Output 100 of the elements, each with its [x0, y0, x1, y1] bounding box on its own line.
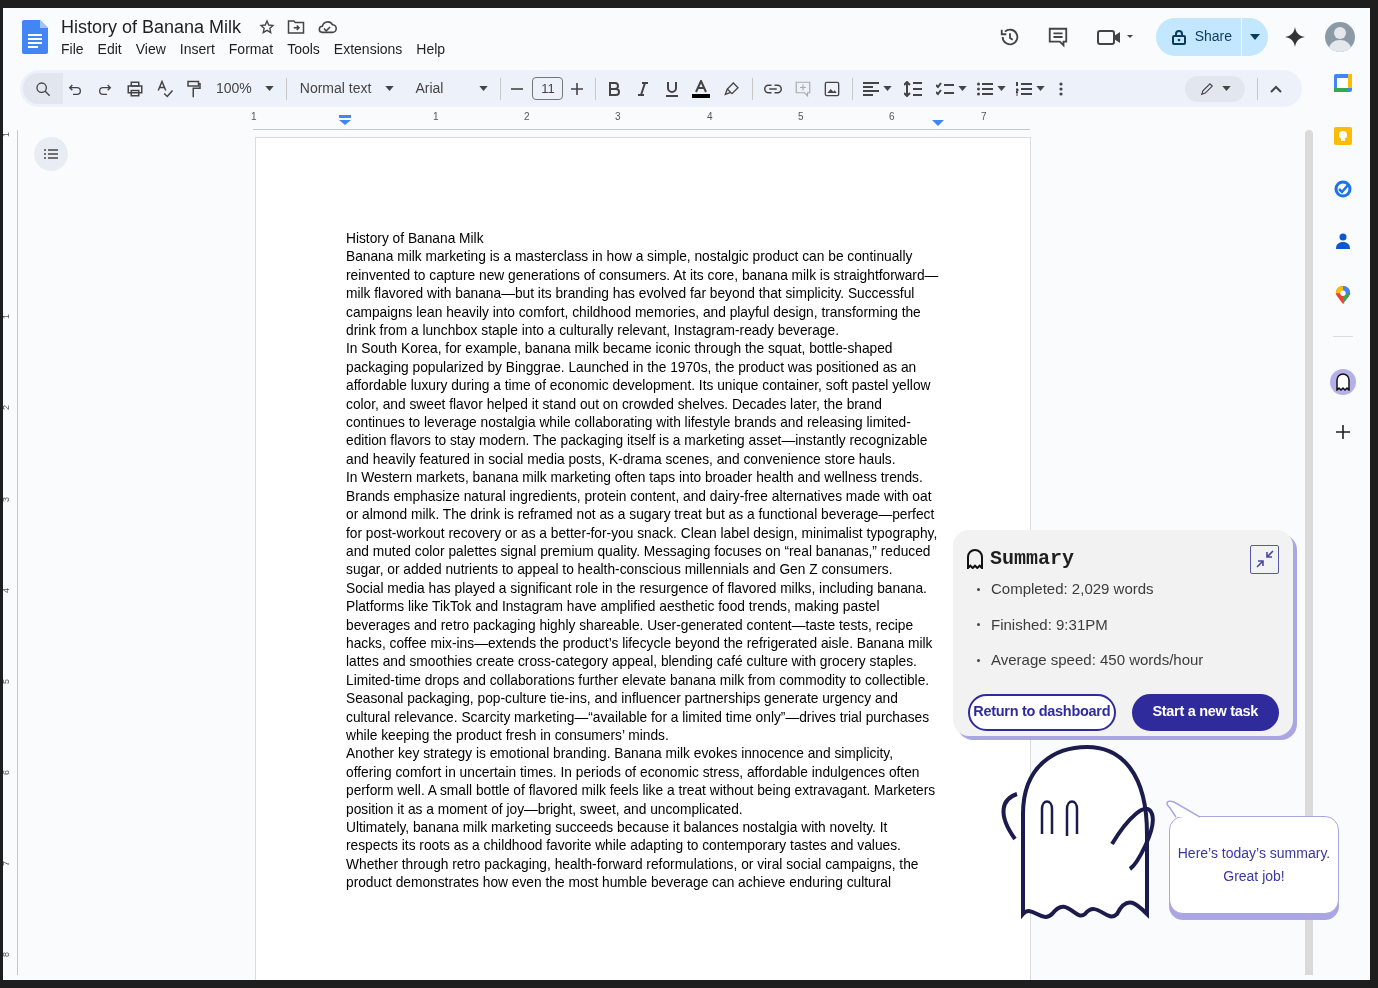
font-select[interactable]: Arial [415, 78, 480, 99]
paint-roller-icon[interactable] [186, 79, 202, 98]
return-button[interactable]: Return to dashboard [968, 693, 1116, 731]
checklist-icon[interactable] [936, 81, 955, 96]
menu-item[interactable]: Format [221, 39, 281, 58]
summary-title: Summary [990, 546, 1074, 572]
bullet-icon [977, 658, 980, 662]
cloud-check-icon[interactable] [317, 18, 338, 35]
bullet-list-icon[interactable] [977, 81, 994, 96]
underline-icon[interactable] [666, 80, 679, 97]
search-icon [35, 80, 51, 97]
ruler-number: 3 [3, 497, 11, 502]
collapse-icon [1255, 550, 1274, 568]
ruler-number: 4 [3, 588, 11, 593]
link-icon[interactable] [764, 82, 783, 95]
ghost-icon [967, 549, 983, 569]
caret-icon[interactable] [958, 86, 968, 91]
ruler-number: 2 [524, 112, 530, 122]
plus-icon[interactable] [571, 82, 584, 95]
summary-item: Finished: 9:31PM [991, 614, 1108, 635]
lock-icon [1171, 28, 1186, 45]
comment-icon[interactable] [1046, 25, 1069, 48]
text-color-icon[interactable] [692, 79, 711, 98]
docs-logo-icon[interactable] [22, 19, 48, 54]
map-pin-icon[interactable] [1334, 286, 1351, 304]
paragraph: History of Banana Milk [346, 230, 485, 248]
paragraph: Another key strategy is emotional branding. Banana milk evokes innocence and simplicity, offering comfort in uncertain times. In periods of economic stress, affordable indulgences often perform well. A small bottle of flavored milk feels like a treat without being extravagant. Marketers position it as a moment of joy—bright, sweet, and uncomplicated. [346, 745, 937, 819]
ruler-number: 8 [3, 952, 11, 957]
paragraph: Limited-time drops and collaborations further elevate banana milk from commodity to collectible. Seasonal packaging, pop-culture tie-ins, and influencer partnerships generate urgency and cultural relevance. Scarcity marketing—“available for a limited time only”—drives trial purchases while keeping the product fresh in consumers’ minds. [346, 671, 931, 745]
caret-icon[interactable] [1036, 86, 1046, 91]
speech-text: Great job! [1222, 867, 1286, 886]
start-button[interactable]: Start a new task [1131, 693, 1279, 731]
list-icon [44, 149, 58, 159]
ghost-app-button[interactable] [1329, 369, 1356, 395]
font-size-field[interactable]: 11 [532, 77, 564, 100]
menu-item[interactable]: View [128, 39, 173, 58]
user-avatar[interactable] [1325, 21, 1355, 52]
ruler-number: 5 [798, 112, 804, 122]
print-icon[interactable] [126, 79, 144, 98]
paragraph: In South Korea, for example, banana milk became iconic through the squat, bottle-shaped packaging popularized by Binggrae. Launched in the 1970s, the product was positioned as an affordable luxury during a time of economic development. Its unique container, soft pastel yellow color, and sweet flavor helped it stand out on crowded shelves. Decades later, the brand continues to leverage nostalgia while collaborating with lifestyle brands and releasing limited-edition flavors to stay modern. The packaging itself is a marketing asset—instantly recognizable and heavily featured in social media posts, K-drama scenes, and convenience store hauls. [346, 340, 932, 469]
italic-icon[interactable] [637, 81, 650, 96]
paragraph: In Western markets, banana milk marketing often taps into broader health and wellness trends. Brands emphasize natural ingredients, protein content, and dairy-free alternatives made with oat or almond milk. The drink is reframed not as a sugary treat but as a functional beverage—perfect for post-workout recovery or as a better-for-you snack. Clean label design, minimalist typography, and muted color palettes signal premium quality. Messaging focuses on “real bananas,” reduced sugar, or added nutrients to appeal to health-conscious millennials and Gen Z consumers. [346, 469, 939, 580]
image-icon[interactable] [824, 80, 841, 97]
numbered-list-icon[interactable] [1016, 81, 1033, 96]
person-icon[interactable] [1335, 233, 1350, 249]
editing-mode-button[interactable] [1185, 75, 1245, 102]
indent-marker-icon[interactable] [932, 120, 944, 126]
caret-icon [1221, 86, 1231, 91]
ruler-number: 4 [707, 112, 713, 122]
pencil-icon [1199, 81, 1214, 96]
caret-icon[interactable] [385, 86, 395, 91]
search-button[interactable] [23, 73, 63, 104]
ruler-number: 1 [433, 112, 439, 122]
ruler-number: 7 [981, 112, 987, 122]
caret-icon[interactable] [264, 86, 274, 91]
caret-icon[interactable] [1250, 33, 1260, 40]
indent-marker-icon[interactable] [339, 115, 351, 125]
caret-icon[interactable] [479, 86, 489, 91]
spellcheck-icon[interactable] [156, 79, 174, 98]
ruler-number: 1 [251, 112, 257, 122]
check-circle-icon[interactable] [1333, 180, 1352, 198]
outline-button[interactable] [34, 137, 68, 171]
menu-item[interactable]: Tools [280, 39, 327, 58]
menu-item[interactable]: File [54, 39, 91, 58]
paragraph: Banana milk marketing is a masterclass in how a simple, nostalgic product can be continually reinvented to capture new generations of consumers. At its core, banana milk is straightforward—milk flavored with banana—but its branding has evolved far beyond that simplicity. Successful campaigns lean heavily into comfort, childhood memories, and playful design, transforming the drink from a lunchbox staple into a culturally relevant, Instagram-ready beverage. [346, 248, 940, 341]
highlighter-icon[interactable] [724, 80, 741, 97]
speech-text: Here’s today’s summary. [1177, 844, 1331, 863]
star-icon[interactable] [259, 18, 276, 35]
bold-icon[interactable] [608, 81, 621, 96]
zoom-select[interactable]: 100% [216, 78, 252, 99]
ruler-number: 5 [3, 679, 11, 684]
chevron-up-icon[interactable] [1270, 84, 1282, 93]
caret-icon[interactable] [883, 86, 893, 91]
folder-icon[interactable] [287, 18, 306, 35]
bullet-icon [977, 587, 980, 591]
menu-item[interactable]: Edit [90, 39, 129, 58]
summary-item: Average speed: 450 words/hour [991, 650, 1204, 670]
style-select[interactable]: Normal text [299, 78, 372, 99]
align-left-icon[interactable] [863, 81, 880, 96]
paragraph: Social media has played a significant role in the resurgence of flavored milks, including banana. Platforms like TikTok and Instagram have amplified aesthetic food trends, making pastel beverages and retro packaging highly shareable. User-generated content—taste tests, recipe hacks, coffee mix-ins—extends the product’s lifecycle beyond the refrigerated aisle. Banana milk lattes and smoothies create cross-category appeal, blending café culture with grocery staples. [346, 579, 934, 672]
ruler-number: 1 [3, 132, 11, 137]
document-title[interactable]: History of Banana Milk [61, 15, 242, 38]
menu-item[interactable]: Insert [172, 39, 222, 58]
ruler-number: 6 [889, 112, 895, 122]
ruler-number: 6 [3, 770, 11, 775]
share-button[interactable]: Share [1155, 17, 1268, 56]
bullet-icon [977, 623, 980, 627]
caret-icon[interactable] [997, 86, 1007, 91]
menu-item[interactable]: Extensions [326, 39, 410, 58]
ruler-number: 2 [3, 405, 11, 410]
more-icon[interactable] [1059, 81, 1064, 96]
horizontal-ruler[interactable]: 1 1 2 3 4 5 6 7 [253, 112, 1030, 130]
collapse-button[interactable] [1250, 544, 1279, 574]
ruler-number: 3 [615, 112, 621, 122]
plus-icon[interactable] [1335, 425, 1350, 439]
calendar-icon[interactable] [1333, 74, 1352, 92]
ruler-number: 1 [3, 314, 11, 319]
menu-item[interactable]: Help [409, 39, 453, 58]
line-spacing-icon[interactable] [904, 80, 923, 97]
sparkle-icon[interactable] [1285, 26, 1305, 47]
